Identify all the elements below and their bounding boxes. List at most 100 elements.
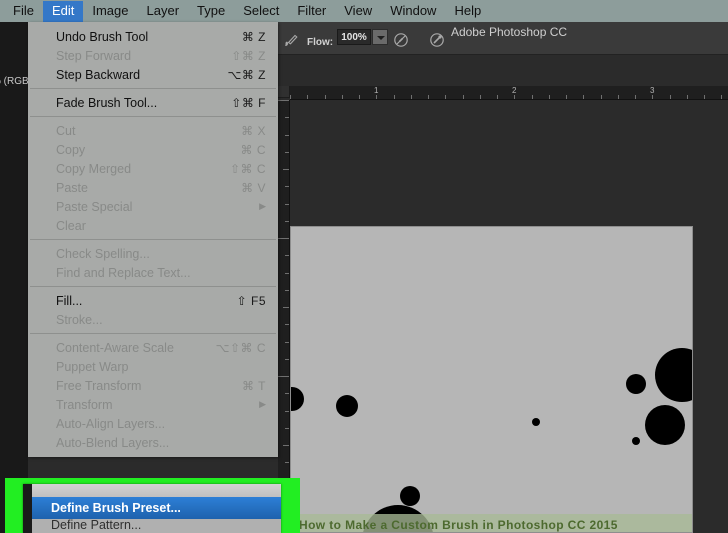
horizontal-ruler[interactable]: 1 2 3 (290, 86, 728, 100)
toolbar-column (0, 22, 28, 533)
ruler-tick (548, 95, 550, 99)
menu-top-strip (23, 484, 281, 497)
ruler-label: 3 (650, 86, 655, 95)
ruler-tick (285, 134, 289, 136)
menu-item-label: Copy (56, 142, 86, 157)
menu-item-copy: Copy ⌘ C (28, 140, 278, 159)
ruler-tick (285, 324, 289, 326)
ruler-tick (635, 95, 636, 99)
menubar-item-layer[interactable]: Layer (138, 1, 189, 22)
ruler-tick (376, 95, 378, 99)
canvas-dot (336, 395, 358, 417)
menu-item-label: Step Backward (56, 67, 141, 82)
vertical-ruler[interactable] (278, 100, 290, 533)
submenu-arrow-icon: ▶ (259, 201, 266, 211)
menubar-item-view[interactable]: View (335, 1, 381, 22)
ruler-tick (285, 255, 289, 257)
menu-item-label: Step Forward (56, 48, 132, 63)
ruler-tick (285, 272, 289, 274)
ruler-tick (278, 376, 289, 377)
ruler-corner[interactable] (278, 86, 290, 98)
panel-left-edge (23, 484, 32, 533)
menu-item-paste: Paste ⌘ V (28, 178, 278, 197)
menu-bar: File Edit Image Layer Type Select Filter View Wi… (0, 0, 728, 22)
menubar-item-select[interactable]: Select (234, 1, 288, 22)
menu-item-fade-brush-tool[interactable]: Fade Brush Tool... ⇧⌘ F (28, 93, 278, 112)
menu-item-label: Auto-Align Layers... (56, 416, 166, 431)
ruler-tick (410, 95, 412, 99)
menu-item-shortcut: ⌘ T (242, 378, 266, 393)
ruler-tick (566, 95, 567, 99)
menu-item-step-backward[interactable]: Step Backward ⌥⌘ Z (28, 65, 278, 84)
menu-item-label: Transform (56, 397, 113, 412)
zoom-status-text: % (RGB (0, 76, 29, 87)
canvas-dot (291, 387, 304, 411)
menubar-item-image[interactable]: Image (83, 1, 137, 22)
define-brush-preset-panel[interactable]: Define Brush Preset... Define Pattern... (23, 484, 281, 533)
menu-item-copy-merged: Copy Merged ⇧⌘ C (28, 159, 278, 178)
menu-item-label: Undo Brush Tool (56, 29, 149, 44)
ruler-tick (285, 186, 289, 188)
canvas-dot (400, 486, 420, 506)
ruler-tick (600, 95, 602, 99)
ruler-tick (686, 95, 688, 99)
menu-item-label: Find and Replace Text... (56, 265, 191, 280)
menubar-item-edit[interactable]: Edit (42, 0, 84, 22)
ruler-tick (285, 462, 289, 464)
ruler-tick (283, 307, 289, 308)
menu-item-label: Check Spelling... (56, 246, 150, 261)
ruler-tick (583, 95, 585, 99)
ruler-tick (307, 95, 309, 99)
canvas-dot (532, 418, 540, 426)
canvas-dot (632, 437, 640, 445)
menu-item-label: Content-Aware Scale (56, 340, 174, 355)
menubar-item-filter[interactable]: Filter (288, 1, 335, 22)
edit-dropdown-menu[interactable]: Undo Brush Tool ⌘ Z Step Forward ⇧⌘ Z Step B… (28, 22, 278, 457)
ruler-tick (285, 203, 289, 205)
menu-separator (30, 286, 276, 287)
menu-item-free-transform: Free Transform ⌘ T (28, 376, 278, 395)
menu-separator (30, 88, 276, 89)
document-workspace: How to Make a Custom Brush in Photoshop … (290, 100, 728, 533)
ruler-tick (393, 95, 395, 99)
ruler-tick (479, 95, 481, 99)
ruler-tick (428, 95, 429, 99)
menubar-item-type[interactable]: Type (188, 1, 234, 22)
ruler-tick (290, 95, 291, 99)
menu-item-label: Paste Special (56, 199, 133, 214)
menu-item-label: Fill... (56, 293, 83, 308)
ruler-tick (497, 95, 498, 99)
menu-item-cut: Cut ⌘ X (28, 121, 278, 140)
menubar-item-file[interactable]: File (4, 1, 43, 22)
menubar-item-help[interactable]: Help (445, 1, 490, 22)
canvas-dot (626, 374, 646, 394)
menu-item-content-aware-scale: Content-Aware Scale ⌥⇧⌘ C (28, 338, 278, 357)
menu-item-label: Puppet Warp (56, 359, 129, 374)
image-canvas[interactable]: How to Make a Custom Brush in Photoshop … (290, 226, 693, 533)
ruler-tick (278, 238, 289, 239)
menu-item-shortcut: ⌥⇧⌘ C (215, 340, 266, 355)
menu-item-undo-brush-tool[interactable]: Undo Brush Tool ⌘ Z (28, 27, 278, 46)
ruler-tick (514, 95, 516, 99)
menu-item-shortcut: ⌥⌘ Z (227, 67, 266, 82)
menu-item-shortcut: ⌘ X (241, 123, 266, 138)
ruler-label: 2 (512, 86, 517, 95)
ruler-tick (462, 95, 464, 99)
canvas-dot (645, 405, 685, 445)
menu-item-find-and-replace-text: Find and Replace Text... (28, 263, 278, 282)
menu-item-label: Copy Merged (56, 161, 132, 176)
ruler-tick (359, 95, 360, 99)
menu-item-define-brush-preset[interactable]: Define Brush Preset... (23, 497, 281, 519)
menu-item-define-pattern[interactable]: Define Pattern... (23, 519, 281, 533)
menu-item-label: Free Transform (56, 378, 142, 393)
menu-item-fill[interactable]: Fill... ⇧ F5 (28, 291, 278, 310)
ruler-tick (324, 95, 326, 99)
ruler-tick (285, 289, 289, 291)
ruler-tick (285, 117, 289, 119)
menubar-item-window[interactable]: Window (381, 1, 445, 22)
ruler-tick (285, 220, 289, 222)
menu-item-shortcut: ⌘ C (240, 142, 266, 157)
menu-item-label: Paste (56, 180, 88, 195)
menu-item-label: Clear (56, 218, 86, 233)
ruler-tick (283, 169, 289, 170)
